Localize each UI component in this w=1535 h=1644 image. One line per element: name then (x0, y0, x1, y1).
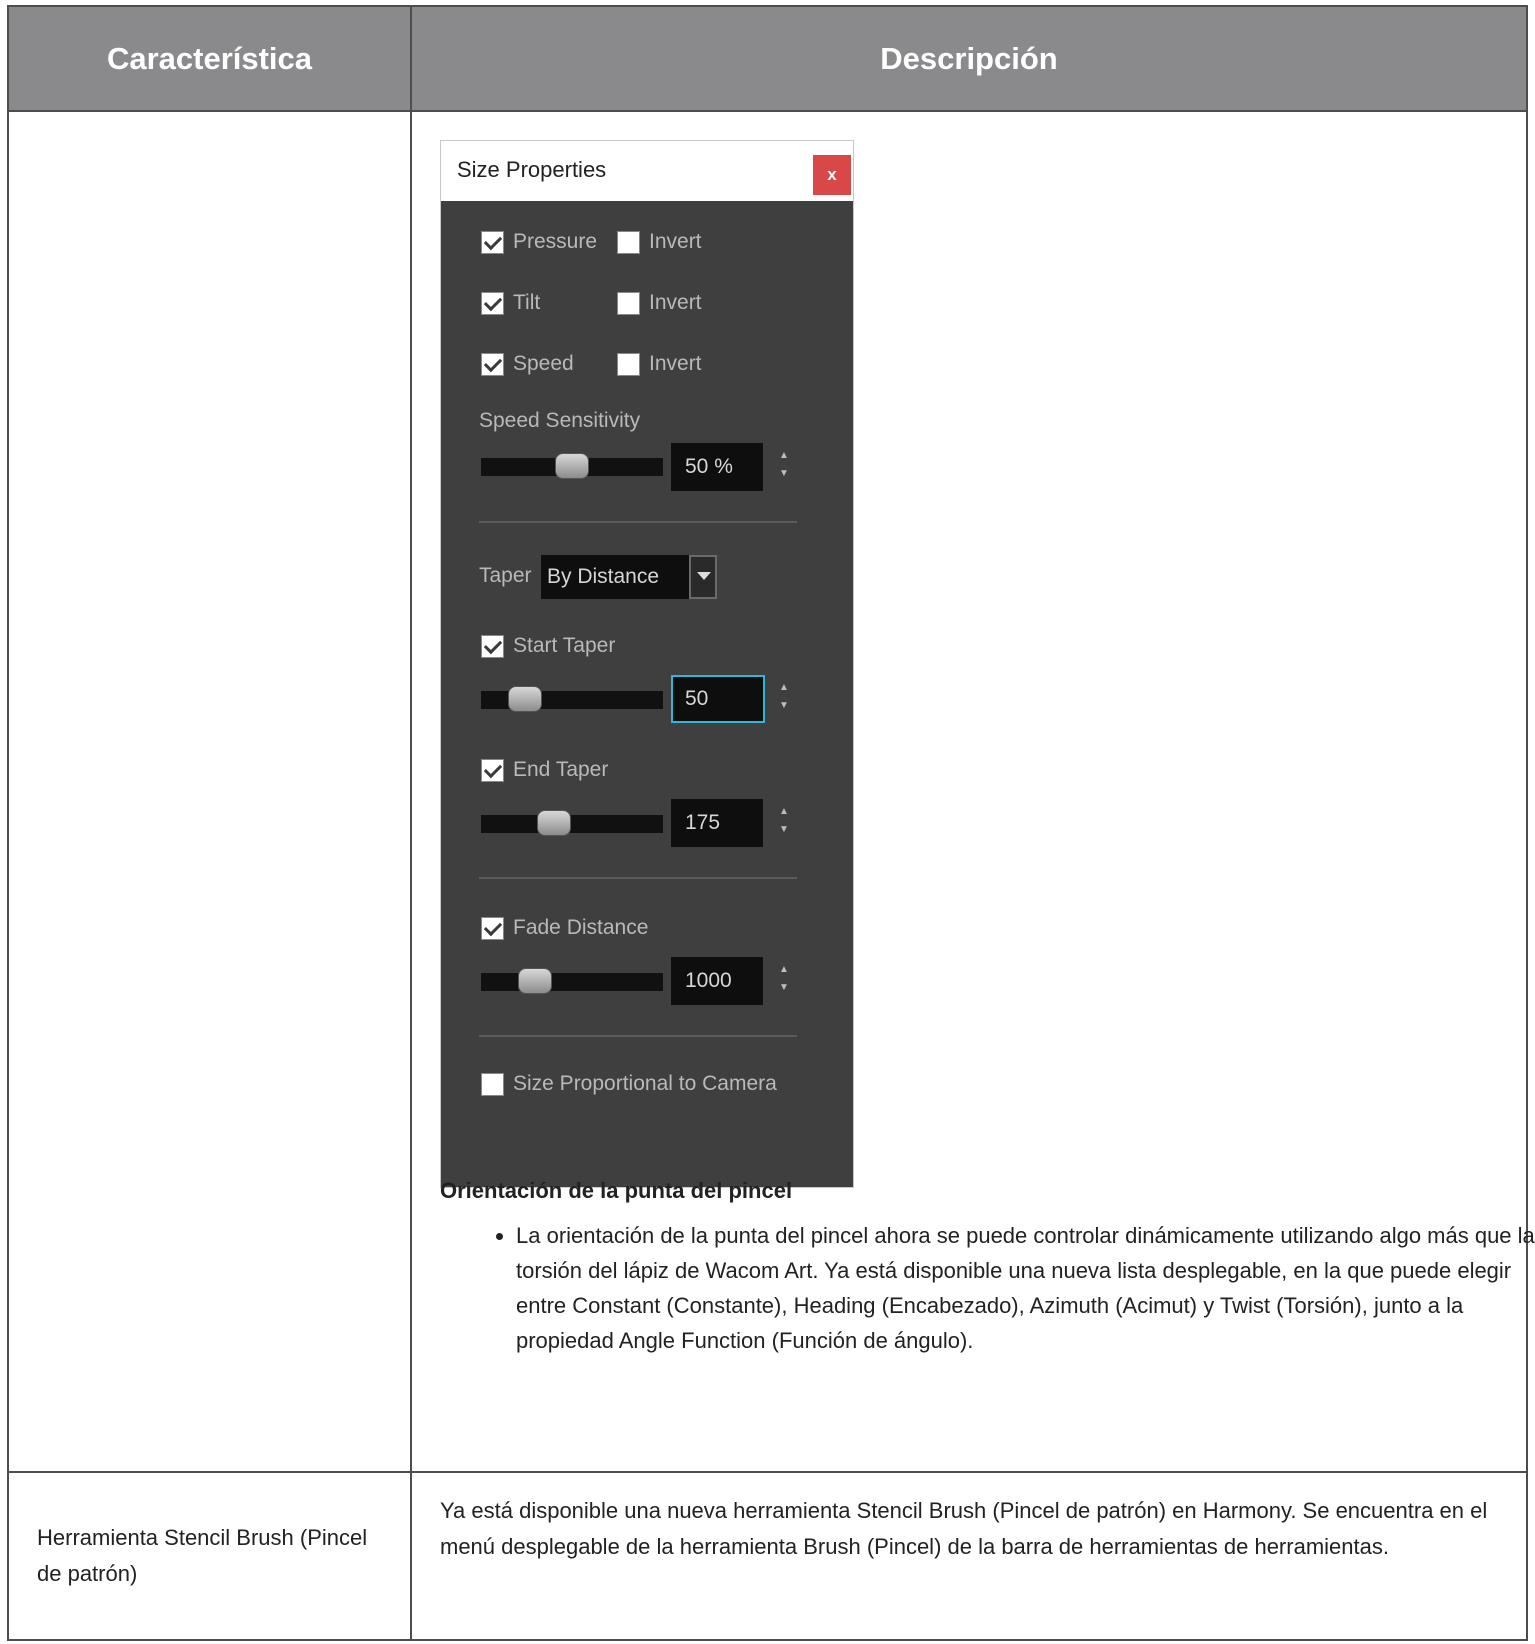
start-taper-slider-thumb[interactable] (507, 686, 542, 712)
dialog-title: Size Properties (457, 157, 607, 182)
table-row: Size Properties x Pressure Invert Tilt I… (7, 110, 1535, 1473)
section-title: Orientación de la punta del pincel (440, 1178, 793, 1203)
end-taper-slider-thumb[interactable] (537, 810, 572, 836)
fade-distance-checkbox[interactable] (481, 917, 504, 940)
header-feature: Característica (7, 5, 412, 112)
taper-select[interactable]: By Distance (541, 555, 689, 599)
pressure-invert-checkbox[interactable] (617, 231, 640, 254)
fade-distance-slider-thumb[interactable] (518, 968, 552, 994)
tilt-invert-checkbox[interactable] (617, 292, 640, 315)
size-properties-dialog: Size Properties x Pressure Invert Tilt I… (440, 140, 854, 1188)
feature-cell-empty (7, 110, 412, 1473)
feature-name: Herramienta Stencil Brush (Pincel de pat… (37, 1525, 368, 1586)
separator (479, 877, 797, 879)
speed-sensitivity-field[interactable]: 50 % (671, 443, 763, 491)
size-proportional-label: Size Proportional to Camera (513, 1072, 777, 1095)
bullet-list: La orientación de la punta del pincel ah… (440, 1218, 1535, 1358)
speed-sensitivity-label: Speed Sensitivity (479, 409, 641, 432)
table-row: Herramienta Stencil Brush (Pincel de pat… (7, 1471, 1528, 1641)
speed-invert-checkbox[interactable] (617, 353, 640, 376)
list-item: La orientación de la punta del pincel ah… (516, 1218, 1535, 1358)
close-button[interactable]: x (813, 155, 851, 195)
feature-table: Característica Descripción Size Properti… (7, 5, 1535, 1641)
taper-label: Taper (479, 564, 532, 587)
separator (479, 521, 797, 523)
separator (479, 1035, 797, 1037)
start-taper-label: Start Taper (513, 634, 616, 657)
description-text: Ya está disponible una nueva herramienta… (440, 1498, 1488, 1559)
fade-distance-label: Fade Distance (513, 916, 649, 939)
fade-distance-spinner[interactable]: ▲ ▼ (777, 961, 791, 1001)
pressure-label: Pressure (513, 230, 598, 253)
fade-distance-slider[interactable] (481, 973, 663, 991)
size-proportional-checkbox[interactable] (481, 1073, 504, 1096)
description-cell: Size Properties x Pressure Invert Tilt I… (410, 110, 1535, 1473)
pressure-checkbox[interactable] (481, 231, 504, 254)
speed-invert-label: Invert (649, 352, 702, 375)
end-taper-spinner[interactable]: ▲ ▼ (777, 803, 791, 843)
speed-label: Speed (513, 352, 574, 375)
table-header-row: Característica Descripción (7, 5, 1528, 112)
chevron-down-icon[interactable] (689, 555, 717, 599)
speed-sensitivity-slider-thumb[interactable] (555, 453, 589, 479)
speed-sensitivity-spinner[interactable]: ▲ ▼ (777, 447, 791, 487)
start-taper-field[interactable]: 50 (671, 675, 765, 723)
feature-cell: Herramienta Stencil Brush (Pincel de pat… (7, 1471, 412, 1641)
end-taper-field[interactable]: 175 (671, 799, 763, 847)
pressure-invert-label: Invert (649, 230, 702, 253)
start-taper-spinner[interactable]: ▲ ▼ (777, 679, 791, 719)
fade-distance-field[interactable]: 1000 (671, 957, 763, 1005)
end-taper-slider[interactable] (481, 815, 663, 833)
tilt-checkbox[interactable] (481, 292, 504, 315)
end-taper-checkbox[interactable] (481, 759, 504, 782)
description-cell: Ya está disponible una nueva herramienta… (410, 1471, 1528, 1641)
header-description: Descripción (410, 5, 1528, 112)
tilt-invert-label: Invert (649, 291, 702, 314)
start-taper-checkbox[interactable] (481, 635, 504, 658)
dialog-body: Pressure Invert Tilt Invert Speed Invert… (441, 201, 853, 1187)
dialog-titlebar: Size Properties x (441, 141, 853, 201)
tilt-label: Tilt (513, 291, 541, 314)
end-taper-label: End Taper (513, 758, 609, 781)
speed-checkbox[interactable] (481, 353, 504, 376)
